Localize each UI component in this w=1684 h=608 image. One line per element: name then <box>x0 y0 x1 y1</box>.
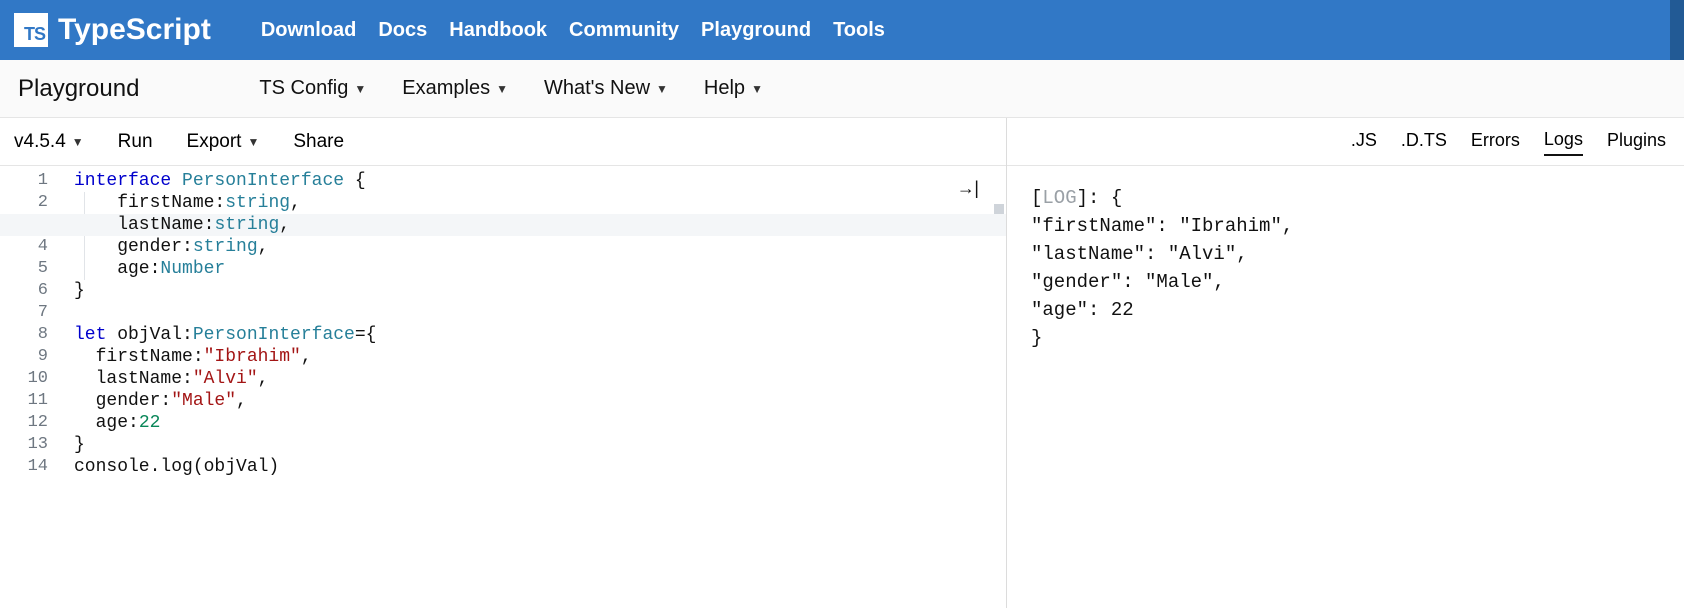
nav-accent <box>1670 0 1684 60</box>
code-line[interactable]: } <box>74 434 1006 456</box>
log-line: "gender": "Male", <box>1031 268 1664 296</box>
log-line: "lastName": "Alvi", <box>1031 240 1664 268</box>
menu-examples[interactable]: Examples ▼ <box>402 77 508 100</box>
export-label: Export <box>187 131 242 153</box>
pane-divider <box>1006 118 1007 166</box>
tab-logs[interactable]: Logs <box>1544 129 1583 156</box>
code-line[interactable]: gender:string, <box>74 236 1006 258</box>
code-line[interactable]: firstName:string, <box>74 192 1006 214</box>
tab-js[interactable]: .JS <box>1351 130 1377 155</box>
line-number: 7 <box>0 302 48 324</box>
ts-logo: TS <box>14 13 48 47</box>
chevron-down-icon: ▼ <box>656 82 668 96</box>
line-number: 13 <box>0 434 48 456</box>
menu-help[interactable]: Help ▼ <box>704 77 763 100</box>
menu-label: Help <box>704 77 745 100</box>
subnav-menu: TS Config ▼ Examples ▼ What's New ▼ Help… <box>259 77 763 100</box>
menu-label: Examples <box>402 77 490 100</box>
code-content[interactable]: interface PersonInterface { firstName:st… <box>74 170 1006 478</box>
tab-errors[interactable]: Errors <box>1471 130 1520 155</box>
nav-tools[interactable]: Tools <box>833 19 885 42</box>
chevron-down-icon: ▼ <box>72 135 84 149</box>
code-line[interactable]: let objVal:PersonInterface={ <box>74 324 1006 346</box>
nav-download[interactable]: Download <box>261 19 357 42</box>
version-selector[interactable]: v4.5.4 ▼ <box>14 131 84 153</box>
code-line[interactable]: interface PersonInterface { <box>74 170 1006 192</box>
line-number: 14 <box>0 456 48 478</box>
code-line[interactable]: gender:"Male", <box>74 390 1006 412</box>
line-number: 5 <box>0 258 48 280</box>
code-line[interactable]: lastName:string, <box>0 214 1006 236</box>
nav-handbook[interactable]: Handbook <box>449 19 547 42</box>
log-line: } <box>1031 324 1664 352</box>
code-line[interactable]: firstName:"Ibrahim", <box>74 346 1006 368</box>
export-menu[interactable]: Export ▼ <box>187 131 260 153</box>
top-nav-links: Download Docs Handbook Community Playgro… <box>261 19 885 42</box>
menu-label: TS Config <box>259 77 348 100</box>
line-number: 4 <box>0 236 48 258</box>
code-line[interactable]: console.log(objVal) <box>74 456 1006 478</box>
line-number: 12 <box>0 412 48 434</box>
chevron-down-icon: ▼ <box>354 82 366 96</box>
code-line[interactable]: age:Number <box>74 258 1006 280</box>
sub-nav: Playground TS Config ▼ Examples ▼ What's… <box>0 60 1684 118</box>
log-line: [LOG]: { <box>1031 184 1664 212</box>
top-nav: TS TypeScript Download Docs Handbook Com… <box>0 0 1684 60</box>
code-line[interactable] <box>74 302 1006 324</box>
code-line[interactable]: } <box>74 280 1006 302</box>
menu-whats-new[interactable]: What's New ▼ <box>544 77 668 100</box>
output-tabs: .JS .D.TS Errors Logs Plugins <box>1351 118 1666 166</box>
line-number: 11 <box>0 390 48 412</box>
line-number: 1 <box>0 170 48 192</box>
chevron-down-icon: ▼ <box>751 82 763 96</box>
toolbar: v4.5.4 ▼ Run Export ▼ Share .JS .D.TS Er… <box>0 118 1684 166</box>
log-line: "firstName": "Ibrahim", <box>1031 212 1664 240</box>
output-pane: [LOG]: { "firstName": "Ibrahim", "lastNa… <box>1007 166 1684 608</box>
tab-plugins[interactable]: Plugins <box>1607 130 1666 155</box>
line-number: 8 <box>0 324 48 346</box>
code-editor[interactable]: →| 1234567891011121314 interface PersonI… <box>0 166 1006 608</box>
line-number: 10 <box>0 368 48 390</box>
chevron-down-icon: ▼ <box>247 135 259 149</box>
log-line: "age": 22 <box>1031 296 1664 324</box>
nav-playground[interactable]: Playground <box>701 19 811 42</box>
menu-label: What's New <box>544 77 650 100</box>
menu-ts-config[interactable]: TS Config ▼ <box>259 77 366 100</box>
nav-docs[interactable]: Docs <box>378 19 427 42</box>
line-number: 6 <box>0 280 48 302</box>
share-button[interactable]: Share <box>293 131 344 153</box>
line-number: 2 <box>0 192 48 214</box>
main-split: →| 1234567891011121314 interface PersonI… <box>0 166 1684 608</box>
nav-community[interactable]: Community <box>569 19 679 42</box>
line-number: 9 <box>0 346 48 368</box>
tab-dts[interactable]: .D.TS <box>1401 130 1447 155</box>
run-button[interactable]: Run <box>118 131 153 153</box>
chevron-down-icon: ▼ <box>496 82 508 96</box>
minimap[interactable] <box>992 166 1006 608</box>
code-line[interactable]: age:22 <box>74 412 1006 434</box>
page-title: Playground <box>18 75 139 103</box>
brand-name: TypeScript <box>58 13 211 47</box>
version-label: v4.5.4 <box>14 131 66 153</box>
code-line[interactable]: lastName:"Alvi", <box>74 368 1006 390</box>
